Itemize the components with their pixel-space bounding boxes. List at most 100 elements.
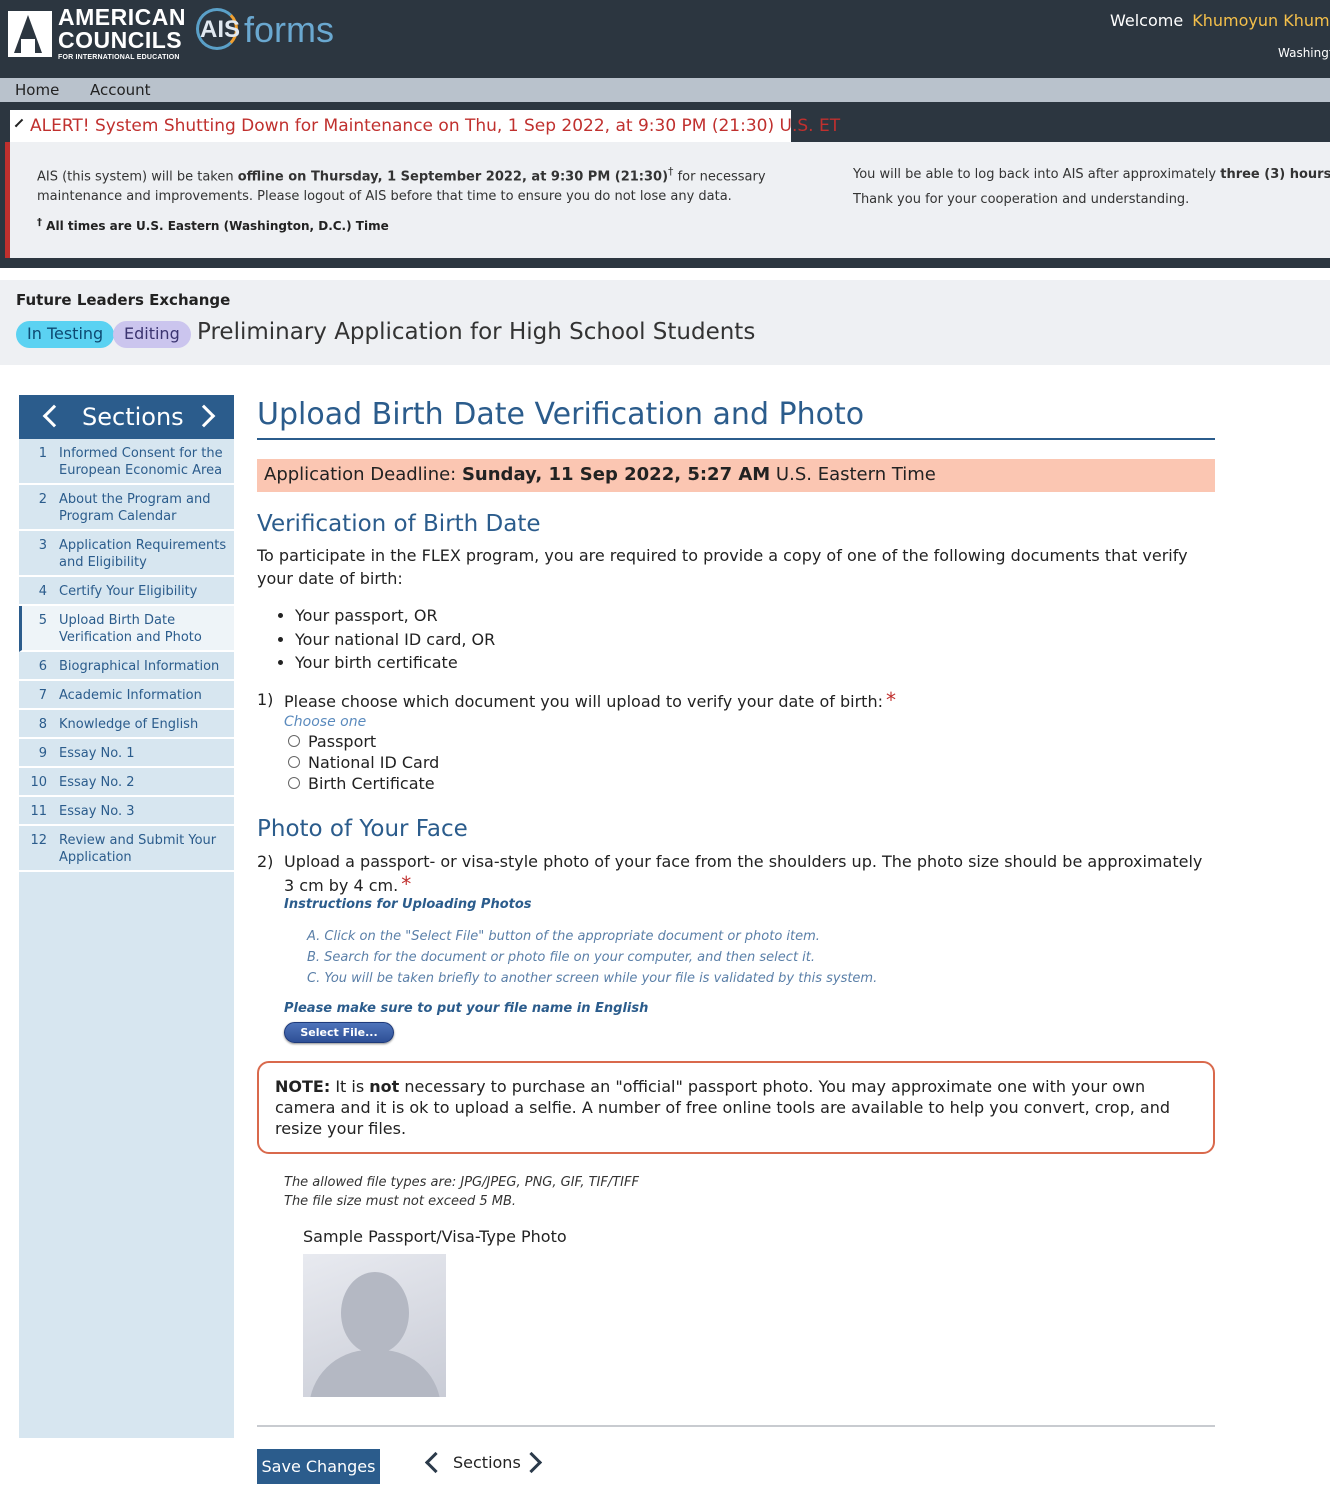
- sections-header: Sections: [19, 395, 234, 439]
- radio-button[interactable]: [288, 735, 300, 747]
- sidebar-item-label: Informed Consent for the European Econom…: [59, 446, 223, 478]
- file-requirements: The allowed file types are: JPG/JPEG, PN…: [284, 1173, 1215, 1211]
- nav-account[interactable]: Account: [90, 81, 151, 99]
- select-file-button[interactable]: Select File...: [284, 1021, 394, 1043]
- upload-instructions: A. Click on the "Select File" button of …: [307, 926, 1215, 989]
- sidebar-item-number: 1: [38, 446, 47, 461]
- sidebar-item-number: 6: [38, 659, 47, 674]
- sidebar-item-6[interactable]: 6 Biographical Information: [19, 652, 234, 681]
- american-councils-logo[interactable]: AMERICAN COUNCILS FOR INTERNATIONAL EDUC…: [8, 6, 186, 61]
- sample-photo-label: Sample Passport/Visa-Type Photo: [303, 1226, 567, 1246]
- allowed-file-types: The allowed file types are: JPG/JPEG, PN…: [284, 1174, 639, 1190]
- alert-return-time: three (3) hours at 12: [1220, 167, 1330, 182]
- instruction-step: B. Search for the document or photo file…: [307, 949, 816, 965]
- next-section-icon[interactable]: [520, 1451, 543, 1473]
- sample-photo-image: [303, 1253, 446, 1397]
- radio-option[interactable]: Birth Certificate: [288, 773, 1215, 794]
- alert-text: AIS (this system) will be taken: [37, 169, 238, 185]
- sidebar-item-label: Certify Your Eligibility: [59, 584, 198, 599]
- welcome-greeting: Welcome Khumoyun Khumoyu: [1110, 11, 1330, 30]
- note-text-b: necessary to purchase an "official" pass…: [275, 1076, 1171, 1138]
- maintenance-alert: ALERT! System Shutting Down for Maintena…: [0, 102, 1330, 268]
- alert-body: AIS (this system) will be taken offline …: [5, 142, 1330, 258]
- application-title: Preliminary Application for High School …: [197, 319, 756, 345]
- sections-sidebar: Sections 1 Informed Consent for the Europ…: [19, 395, 234, 1438]
- radio-button[interactable]: [288, 756, 300, 768]
- document-type-radio-group: Passport National ID Card Birth Certificat…: [257, 731, 1215, 794]
- main-nav: Home Account: [0, 78, 1330, 102]
- instruction-step: C. You will be taken briefly to another …: [307, 970, 878, 986]
- radio-option[interactable]: Passport: [288, 731, 1215, 752]
- ais-forms-logo[interactable]: AIS forms: [196, 8, 334, 52]
- sidebar-item-number: 3: [38, 538, 47, 553]
- radio-label[interactable]: Birth Certificate: [308, 774, 435, 793]
- previous-section-icon[interactable]: [424, 1451, 447, 1473]
- note-label: NOTE:: [275, 1076, 331, 1096]
- sidebar-item-7[interactable]: 7 Academic Information: [19, 681, 234, 710]
- sidebar-item-label: About the Program and Program Calendar: [59, 492, 211, 524]
- sections-nav-label[interactable]: Sections: [453, 1453, 521, 1472]
- save-changes-button[interactable]: Save Changes: [257, 1448, 380, 1484]
- instructions-title: Instructions for Uploading Photos: [284, 896, 532, 912]
- sidebar-item-label: Review and Submit Your Application: [59, 833, 217, 865]
- alert-offline-date: offline on Thursday, 1 September 2022, a…: [237, 169, 669, 185]
- question-2: 2) Upload a passport- or visa-style phot…: [257, 851, 1215, 897]
- chevron-left-icon[interactable]: [42, 404, 66, 428]
- sidebar-item-9[interactable]: 9 Essay No. 1: [19, 739, 234, 768]
- section-list: 1 Informed Consent for the European Econo…: [19, 439, 234, 872]
- nav-home[interactable]: Home: [15, 81, 59, 99]
- sidebar-item-2[interactable]: 2 About the Program and Program Calendar: [19, 485, 234, 531]
- welcome-label: Welcome: [1110, 11, 1184, 30]
- sidebar-item-label: Knowledge of English: [59, 717, 199, 732]
- sidebar-item-number: 5: [38, 613, 47, 628]
- instruction-step: A. Click on the "Select File" button of …: [307, 928, 820, 944]
- note-not: not: [369, 1076, 400, 1096]
- program-bar: Future Leaders Exchange In Testing Editi…: [0, 280, 1330, 365]
- page-title: Upload Birth Date Verification and Photo: [257, 395, 1215, 440]
- question-1: 1) Please choose which document you will…: [257, 689, 1215, 713]
- required-asterisk: *: [401, 871, 412, 896]
- sidebar-item-number: 9: [38, 746, 47, 761]
- radio-label[interactable]: National ID Card: [308, 753, 439, 772]
- document-list-item: Your birth certificate: [295, 651, 1215, 675]
- sidebar-item-10[interactable]: 10 Essay No. 2: [19, 768, 234, 797]
- sidebar-item-4[interactable]: 4 Certify Your Eligibility: [19, 577, 234, 606]
- sidebar-item-label: Essay No. 2: [59, 775, 135, 790]
- question-1-text: Please choose which document you will up…: [284, 691, 883, 711]
- document-list: Your passport, ORYour national ID card, …: [257, 604, 1215, 675]
- sidebar-item-number: 8: [38, 717, 47, 732]
- timezone-note: † All times are U.S. Eastern (Washington…: [37, 213, 827, 236]
- deadline-value: Sunday, 11 Sep 2022, 5:27 AM: [461, 464, 771, 485]
- radio-option[interactable]: National ID Card: [288, 752, 1215, 773]
- chevron-down-icon: [14, 118, 24, 128]
- status-badge-editing: Editing: [113, 321, 191, 348]
- alert-return-text: You will be able to log back into AIS af…: [853, 167, 1221, 182]
- ais-logo-text: AIS: [200, 16, 241, 43]
- sidebar-item-1[interactable]: 1 Informed Consent for the European Econo…: [19, 439, 234, 485]
- document-list-item: Your passport, OR: [295, 604, 1215, 628]
- question-number: 2): [257, 851, 274, 871]
- user-name-link[interactable]: Khumoyun Khumoyu: [1192, 11, 1330, 30]
- sidebar-item-12[interactable]: 12 Review and Submit Your Application: [19, 826, 234, 872]
- radio-button[interactable]: [288, 777, 300, 789]
- sidebar-item-8[interactable]: 8 Knowledge of English: [19, 710, 234, 739]
- chevron-right-icon[interactable]: [192, 404, 216, 428]
- question-2-text: Upload a passport- or visa-style photo o…: [284, 851, 1203, 895]
- sidebar-item-5[interactable]: 5 Upload Birth Date Verification and Phot…: [19, 606, 234, 652]
- alert-toggle[interactable]: ALERT! System Shutting Down for Maintena…: [10, 110, 840, 142]
- sidebar-item-11[interactable]: 11 Essay No. 3: [19, 797, 234, 826]
- main-content: Upload Birth Date Verification and Photo…: [257, 395, 1215, 1487]
- sidebar-item-number: 12: [30, 833, 47, 848]
- sidebar-item-3[interactable]: 3 Application Requirements and Eligibilit…: [19, 531, 234, 577]
- filename-english-note: Please make sure to put your file name i…: [284, 1000, 649, 1016]
- ais-ring-icon: AIS: [196, 8, 240, 52]
- sidebar-item-number: 7: [38, 688, 47, 703]
- sidebar-item-number: 4: [38, 584, 47, 599]
- alert-message-right: You will be able to log back into AIS af…: [853, 162, 1330, 212]
- user-location: Washingto: [1278, 46, 1330, 60]
- program-name: Future Leaders Exchange: [16, 291, 231, 309]
- choose-one-hint: Choose one: [284, 713, 367, 730]
- radio-label[interactable]: Passport: [308, 732, 376, 751]
- deadline-banner: Application Deadline: Sunday, 11 Sep 202…: [257, 459, 1215, 492]
- photo-heading: Photo of Your Face: [257, 815, 468, 842]
